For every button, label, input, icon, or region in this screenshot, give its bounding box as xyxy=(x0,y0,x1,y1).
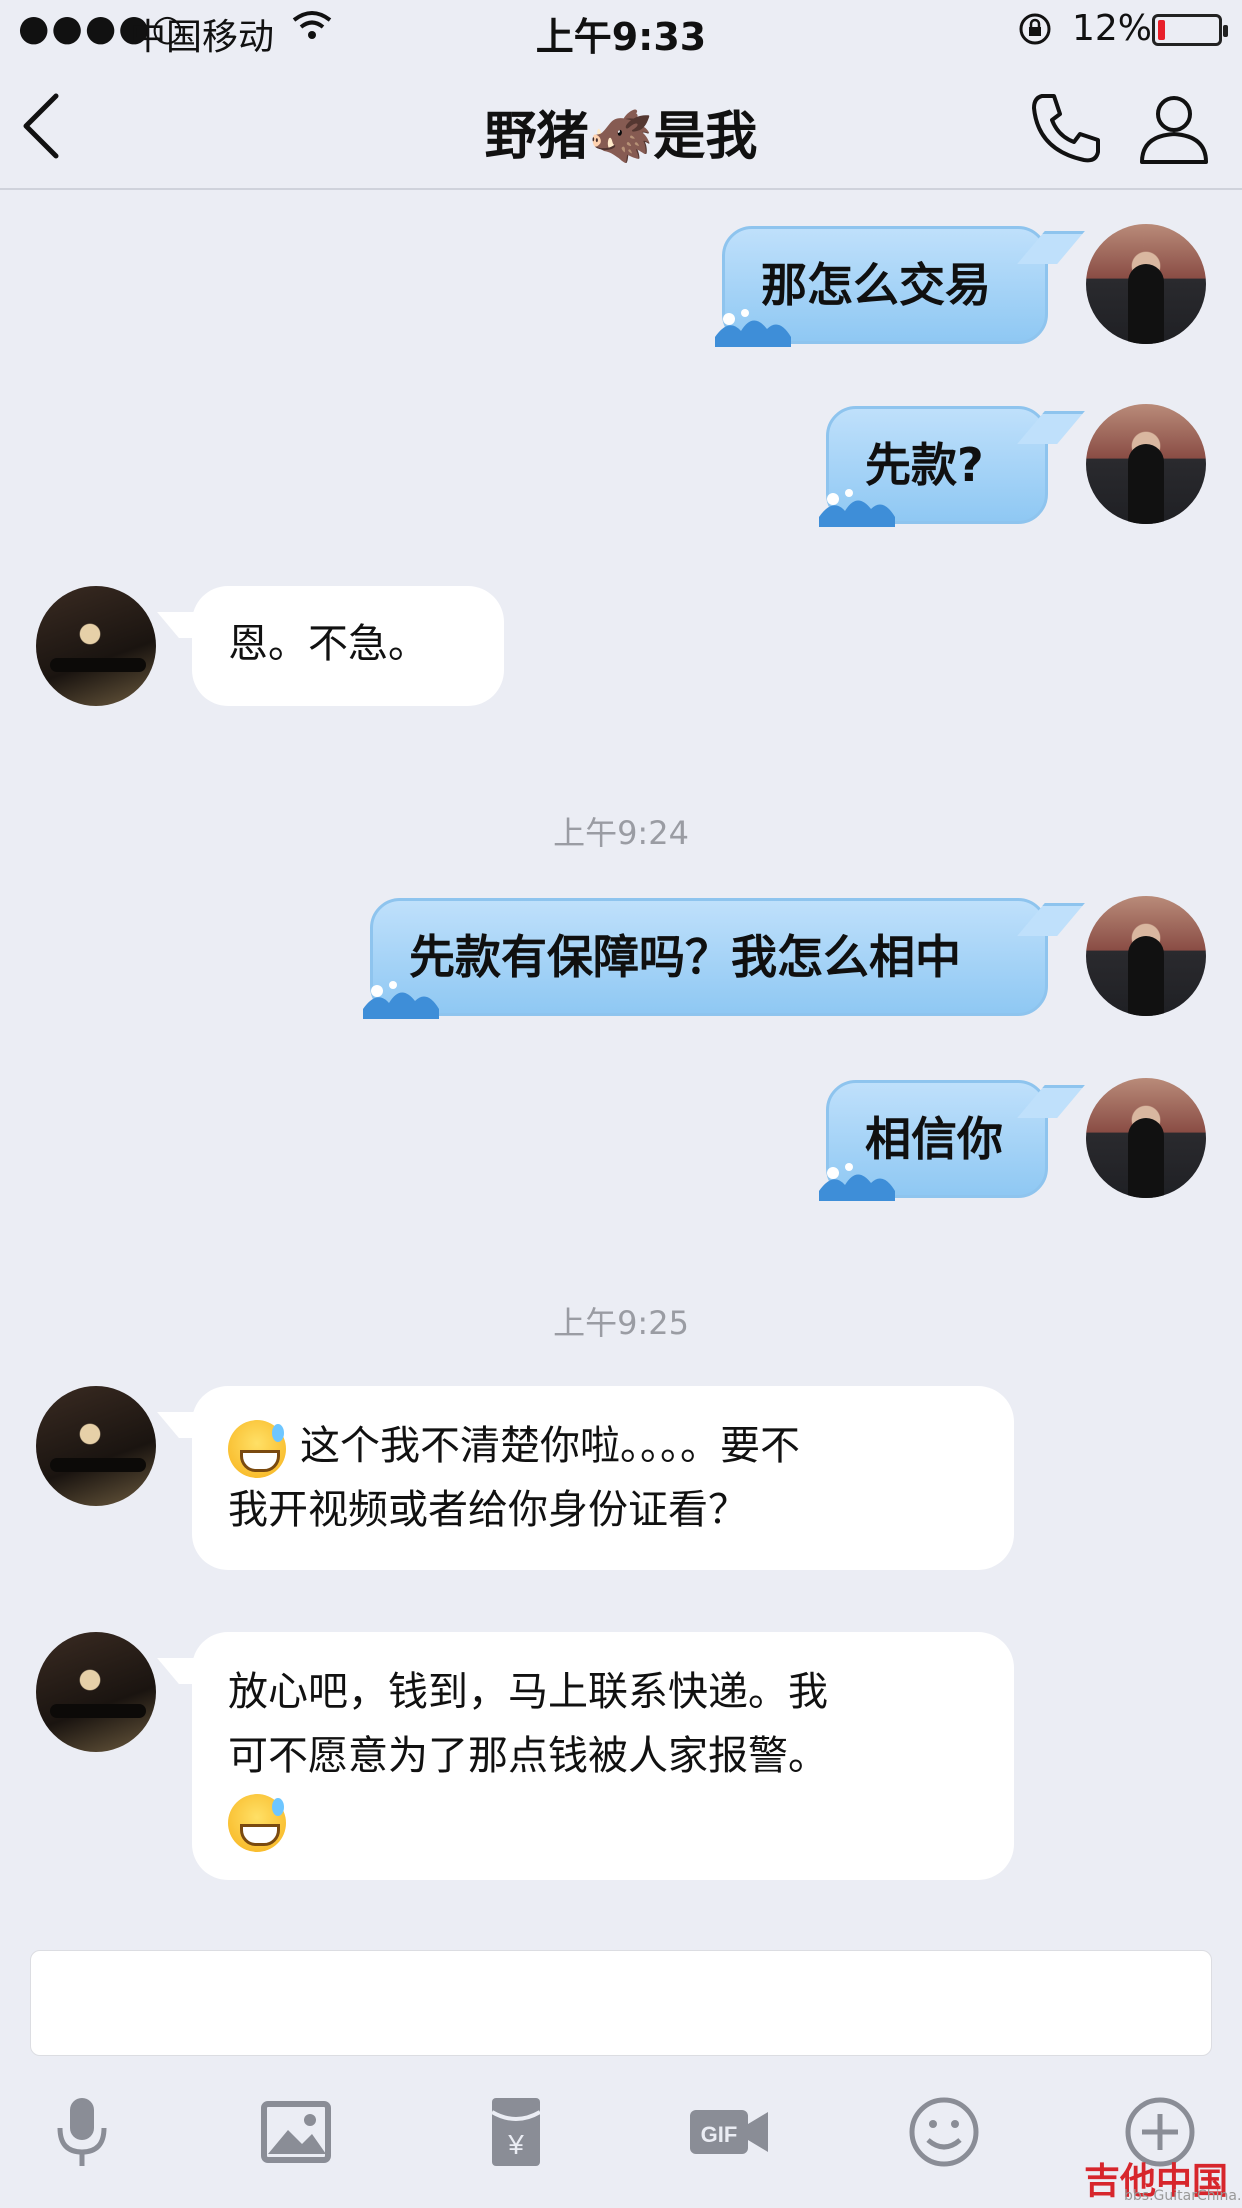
profile-icon[interactable] xyxy=(1134,88,1214,168)
wave-decoration-icon xyxy=(819,489,895,527)
message-line: 放心吧，钱到，马上联系快递。我 xyxy=(228,1669,828,1715)
message-timestamp: 上午9:25 xyxy=(553,1304,689,1342)
phone-icon[interactable] xyxy=(1026,88,1106,168)
message-text: 先款有保障吗？我怎么相中 xyxy=(409,930,961,984)
emoji-icon[interactable] xyxy=(906,2094,982,2170)
my-message-bubble[interactable]: 那怎么交易 xyxy=(715,226,1048,347)
red-packet-icon[interactable]: ¥ xyxy=(478,2094,554,2170)
message-text: 那怎么交易 xyxy=(761,258,991,312)
watermark-url: bbs.GuitarChina.com xyxy=(1124,2188,1242,2204)
my-message-bubble[interactable]: 先款? xyxy=(819,406,1048,527)
wave-decoration-icon xyxy=(363,981,439,1019)
my-message-bubble[interactable]: 先款有保障吗？我怎么相中 xyxy=(363,898,1048,1019)
battery-percent: 12% xyxy=(1072,8,1153,49)
wave-decoration-icon xyxy=(819,1163,895,1201)
gif-icon[interactable]: GIF xyxy=(686,2094,772,2170)
message-timestamp: 上午9:24 xyxy=(553,814,689,852)
status-bar: ●●●●○ 中国移动 上午9:33 12% xyxy=(0,0,1242,60)
message-input[interactable] xyxy=(30,1950,1212,2056)
message-line: 我开视频或者给你身份证看？ xyxy=(228,1487,748,1533)
battery-icon xyxy=(1152,14,1228,46)
contact-avatar[interactable] xyxy=(36,586,156,706)
message-text: 这个我不清楚你啦。。。。要不 xyxy=(300,1423,800,1469)
message-text: 恩。不急。 xyxy=(228,621,428,667)
status-time: 上午9:33 xyxy=(535,15,707,59)
microphone-icon[interactable] xyxy=(44,2094,120,2170)
message-line xyxy=(228,1788,978,1852)
contact-message-bubble[interactable]: 这个我不清楚你啦。。。。要不 我开视频或者给你身份证看？ xyxy=(192,1386,1014,1570)
sweat-smile-emoji-icon xyxy=(228,1420,286,1478)
my-avatar[interactable] xyxy=(1086,1078,1206,1198)
message-line: 这个我不清楚你啦。。。。要不 xyxy=(228,1414,978,1478)
contact-message-bubble[interactable]: 恩。不急。 xyxy=(192,586,504,706)
sweat-smile-emoji-icon xyxy=(228,1794,286,1852)
my-message-bubble[interactable]: 相信你 xyxy=(819,1080,1048,1201)
contact-message-bubble[interactable]: 放心吧，钱到，马上联系快递。我 可不愿意为了那点钱被人家报警。 xyxy=(192,1632,1014,1880)
svg-text:¥: ¥ xyxy=(507,2129,524,2160)
message-line: 可不愿意为了那点钱被人家报警。 xyxy=(228,1733,828,1779)
my-avatar[interactable] xyxy=(1086,224,1206,344)
my-avatar[interactable] xyxy=(1086,404,1206,524)
battery-level xyxy=(1158,20,1165,40)
contact-avatar[interactable] xyxy=(36,1386,156,1506)
svg-text:GIF: GIF xyxy=(701,2122,738,2147)
contact-avatar[interactable] xyxy=(36,1632,156,1752)
my-avatar[interactable] xyxy=(1086,896,1206,1016)
image-icon[interactable] xyxy=(258,2094,334,2170)
wave-decoration-icon xyxy=(715,309,791,347)
chat-header: 野猪🐗是我 xyxy=(0,60,1242,190)
rotation-lock-icon xyxy=(1019,13,1051,45)
